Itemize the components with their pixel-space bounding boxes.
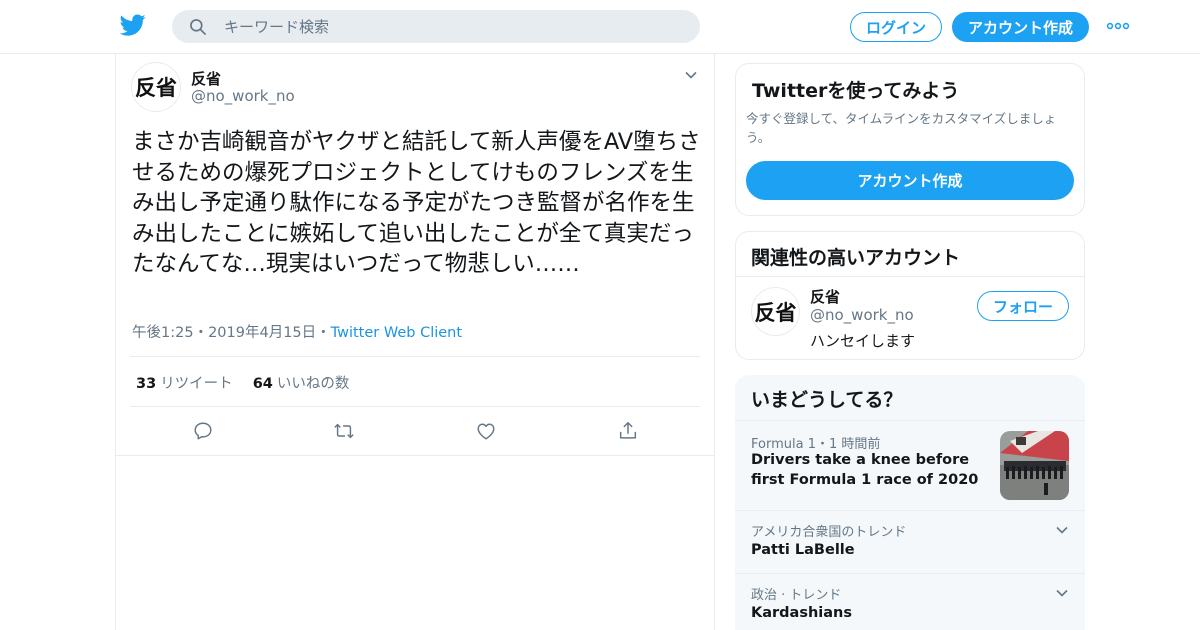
retweet-count: 33 (136, 376, 157, 392)
avatar[interactable]: 反省 (131, 62, 181, 112)
trend-item[interactable]: アメリカ合衆国のトレンド Patti LaBelle (735, 510, 1085, 573)
trend-context: アメリカ合衆国のトレンド (751, 525, 907, 540)
trends-card-title: いまどうしてる？ (751, 389, 903, 411)
trend-context: Formula 1・1 時間前 (751, 437, 881, 452)
related-account-bio: ハンセイします (810, 332, 916, 350)
tweet-author-name[interactable]: 反省 (191, 68, 221, 89)
separator: ・ (316, 325, 331, 341)
retweet-stat[interactable]: 33 リツイート (136, 376, 233, 392)
more-options-icon[interactable] (1106, 20, 1130, 32)
related-account-handle[interactable]: @no_work_no (810, 306, 914, 324)
tweet-text: まさか吉崎観音がヤクザと結託して新人声優をAV堕ちさせるための爆死プロジェクトと… (132, 129, 701, 277)
signup-button[interactable]: アカウント作成 (952, 12, 1089, 42)
follow-button[interactable]: フォロー (977, 291, 1069, 321)
trends-card: いまどうしてる？ Formula 1・1 時間前 Drivers take a … (735, 375, 1085, 630)
divider (736, 276, 1084, 277)
divider (130, 356, 700, 357)
like-count: 64 (252, 376, 273, 392)
trend-context: 政治 · トレンド (751, 588, 842, 603)
avatar[interactable]: 反省 (751, 287, 800, 336)
login-button[interactable]: ログイン (850, 12, 942, 42)
tweet-client-link[interactable]: Twitter Web Client (331, 325, 462, 341)
tweet-date[interactable]: 2019年4月15日 (208, 325, 316, 341)
search-icon (190, 18, 206, 35)
heart-icon[interactable] (475, 420, 497, 442)
trend-thumbnail-image (1000, 431, 1069, 500)
like-stat[interactable]: 64 いいねの数 (253, 376, 350, 392)
search-box[interactable] (172, 10, 700, 43)
signup-card-title: Twitterを使ってみよう (752, 80, 960, 102)
retweet-label: リツイート (160, 376, 233, 392)
top-bar: ログイン アカウント作成 (0, 0, 1200, 54)
signup-card-description: 今すぐ登録して、タイムラインをカスタマイズしましょう。 (746, 111, 1057, 145)
chevron-down-icon[interactable] (684, 68, 698, 82)
related-account-name[interactable]: 反省 (810, 286, 840, 307)
search-input[interactable] (224, 17, 664, 36)
related-accounts-card: 関連性の高いアカウント 反省 反省 @no_work_no ハンセイします フォ… (735, 231, 1085, 360)
share-icon[interactable] (617, 420, 639, 442)
signup-card: Twitterを使ってみよう 今すぐ登録して、タイムラインをカスタマイズしましょ… (735, 63, 1085, 216)
trend-item[interactable]: Formula 1・1 時間前 Drivers take a knee befo… (735, 420, 1085, 510)
twitter-bird-icon[interactable] (120, 12, 146, 38)
tweet-stats: 33 リツイート 64 いいねの数 (136, 372, 349, 393)
retweet-icon[interactable] (333, 420, 355, 442)
like-label: いいねの数 (276, 376, 350, 392)
trend-title: Drivers take a knee before first Formula… (751, 452, 979, 488)
separator: ・ (193, 325, 209, 341)
divider (130, 406, 700, 407)
tweet-card: 反省 反省 @no_work_no まさか吉崎観音がヤクザと結託して新人声優をA… (116, 54, 714, 456)
trend-item[interactable]: 政治 · トレンド Kardashians (735, 573, 1085, 630)
reply-icon[interactable] (192, 420, 214, 442)
chevron-down-icon[interactable] (1055, 523, 1069, 537)
trend-title: Patti LaBelle (751, 542, 855, 558)
tweet-timestamp: 午後1:25・2019年4月15日・Twitter Web Client (132, 321, 462, 342)
signup-card-button[interactable]: アカウント作成 (746, 161, 1074, 200)
tweet-column: 反省 反省 @no_work_no まさか吉崎観音がヤクザと結託して新人声優をA… (115, 54, 715, 630)
chevron-down-icon[interactable] (1055, 586, 1069, 600)
trend-title: Kardashians (751, 605, 852, 621)
related-card-title: 関連性の高いアカウント (751, 247, 961, 269)
tweet-time[interactable]: 午後1:25 (132, 325, 194, 341)
tweet-author-handle[interactable]: @no_work_no (191, 87, 295, 105)
